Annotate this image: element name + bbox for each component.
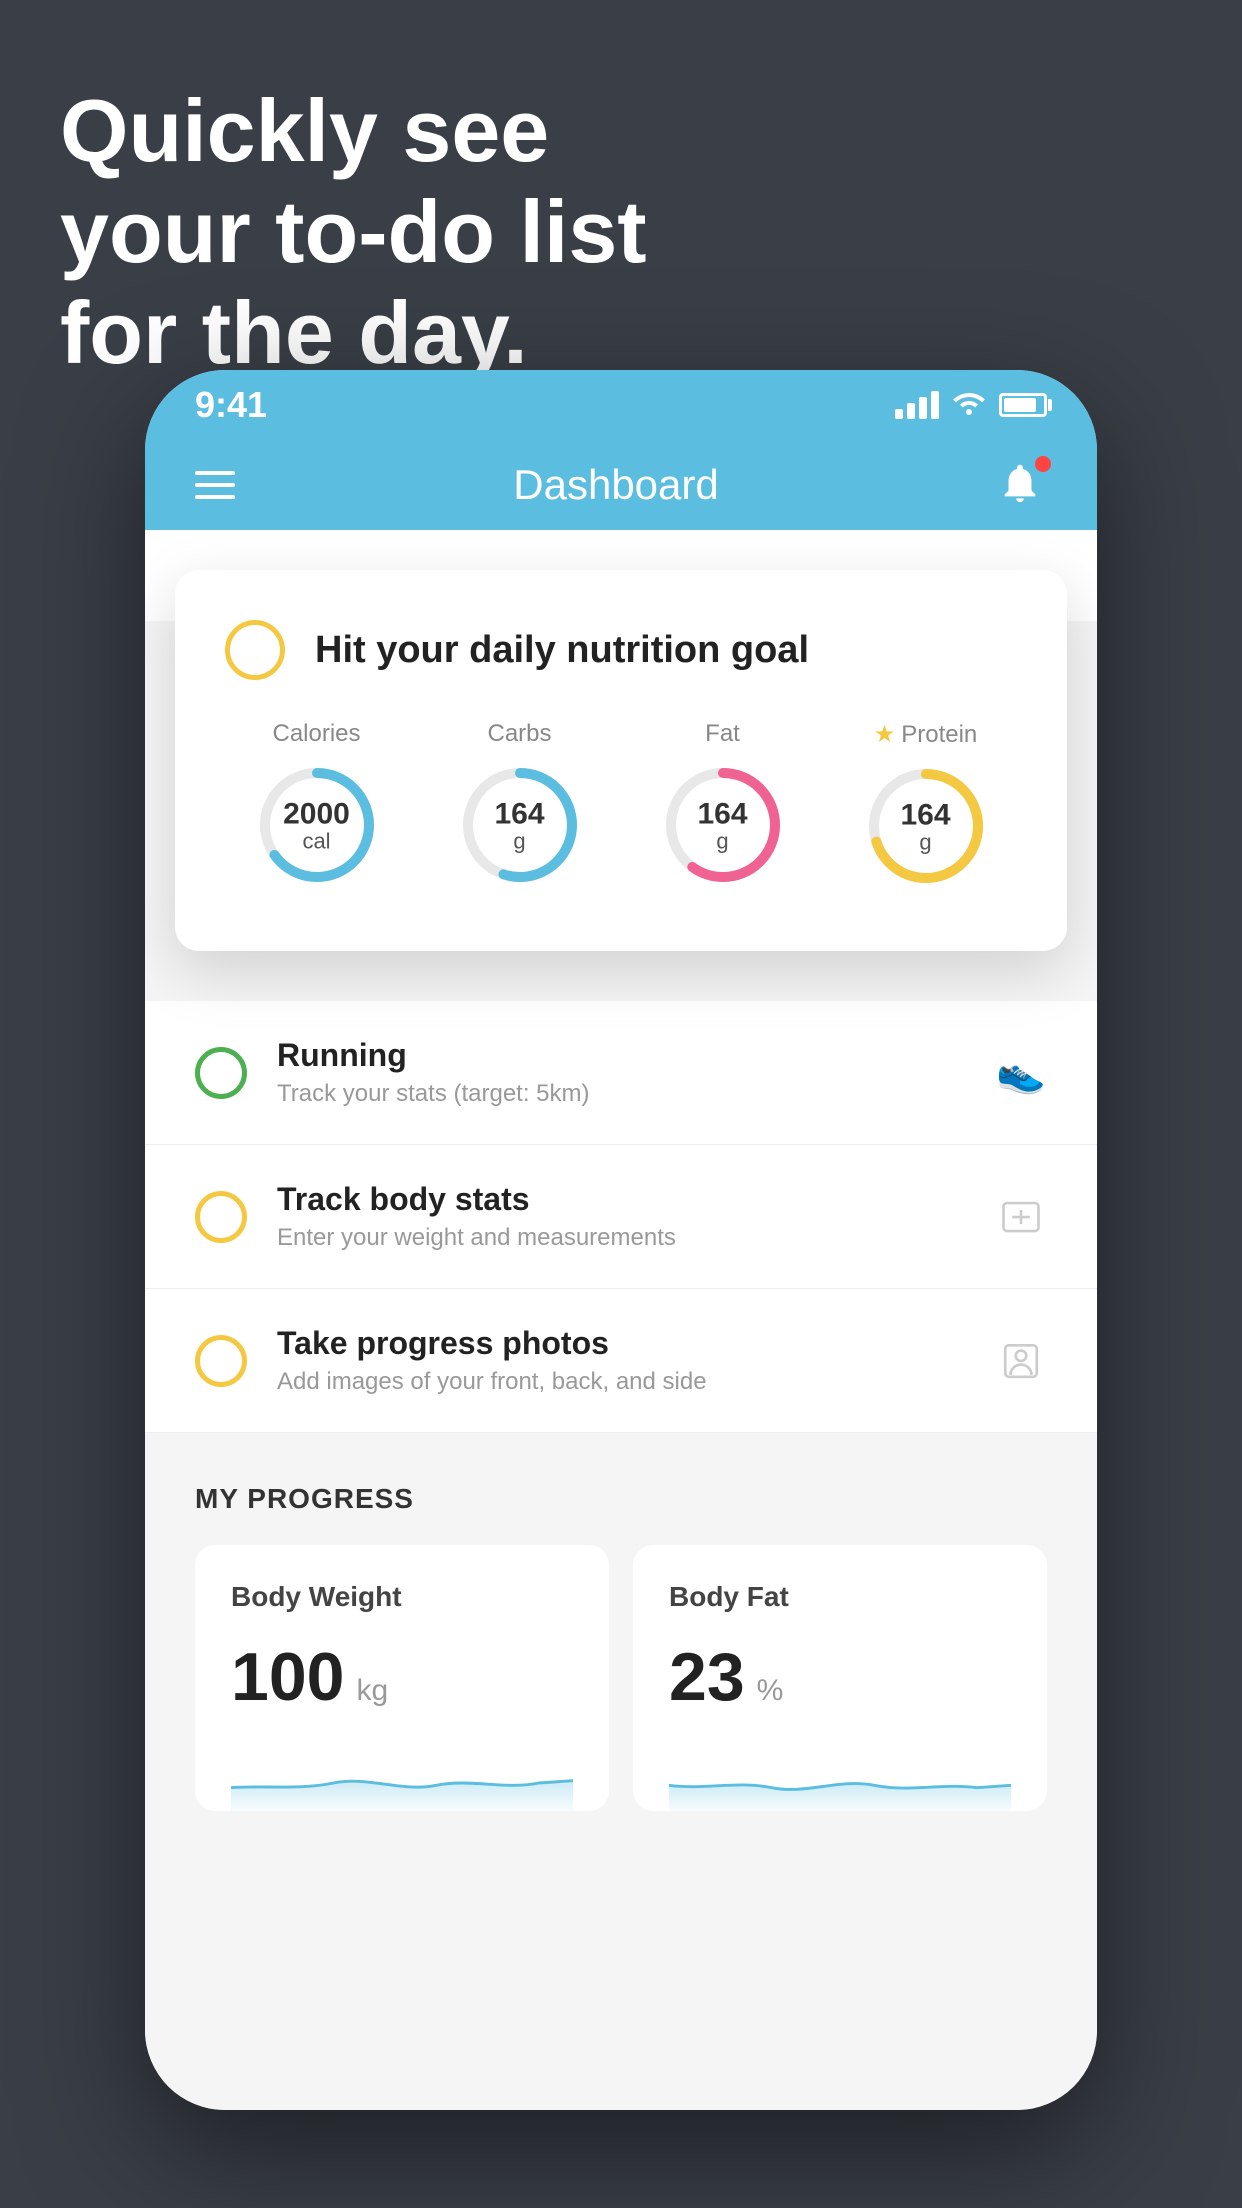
bodystats-title: Track body stats <box>277 1181 965 1218</box>
progress-cards: Body Weight 100 kg <box>195 1545 1047 1811</box>
notification-bell-icon[interactable] <box>997 460 1047 510</box>
body-weight-chart <box>231 1741 573 1811</box>
wifi-icon <box>953 389 985 422</box>
carbs-chart: 164 g <box>455 760 585 890</box>
body-fat-unit: % <box>757 1674 784 1708</box>
body-weight-value-row: 100 kg <box>231 1643 573 1711</box>
photos-subtitle: Add images of your front, back, and side <box>277 1368 965 1396</box>
calories-value: 2000 <box>283 798 350 831</box>
running-subtitle: Track your stats (target: 5km) <box>277 1080 965 1108</box>
battery-icon <box>999 393 1047 417</box>
protein-unit: g <box>900 832 950 854</box>
nutrition-carbs: Carbs 164 g <box>455 720 585 890</box>
nutrition-row: Calories 2000 cal Carbs <box>225 720 1017 891</box>
bodystats-text: Track body stats Enter your weight and m… <box>277 1181 965 1252</box>
shoe-icon: 👟 <box>996 1049 1046 1096</box>
bodystats-subtitle: Enter your weight and measurements <box>277 1224 965 1252</box>
protein-chart: 164 g <box>861 761 991 891</box>
photos-text: Take progress photos Add images of your … <box>277 1325 965 1396</box>
running-icon-container: 👟 <box>995 1047 1047 1099</box>
fat-value-container: 164 g <box>697 798 747 853</box>
card-header: Hit your daily nutrition goal <box>225 620 1017 680</box>
photos-checkbox[interactable] <box>195 1335 247 1387</box>
body-fat-chart <box>669 1741 1011 1811</box>
carbs-unit: g <box>494 831 544 853</box>
notification-dot <box>1035 456 1051 472</box>
body-fat-value: 23 <box>669 1643 745 1711</box>
progress-section: MY PROGRESS Body Weight 100 kg <box>145 1433 1097 1811</box>
fat-value: 164 <box>697 798 747 831</box>
calories-value-container: 2000 cal <box>283 798 350 853</box>
header-title: Dashboard <box>513 461 718 509</box>
carbs-label: Carbs <box>487 720 551 748</box>
carbs-value-container: 164 g <box>494 798 544 853</box>
fat-label: Fat <box>705 720 740 748</box>
app-body: THINGS TO DO TODAY Hit your daily nutrit… <box>145 530 1097 2110</box>
hamburger-menu[interactable] <box>195 471 235 499</box>
headline-line3: for the day. <box>60 282 647 383</box>
protein-value-container: 164 g <box>900 799 950 854</box>
status-time: 9:41 <box>195 384 267 426</box>
body-weight-unit: kg <box>356 1674 388 1708</box>
status-icons <box>895 389 1047 422</box>
headline-line1: Quickly see <box>60 80 647 181</box>
body-weight-title: Body Weight <box>231 1581 573 1613</box>
body-weight-value: 100 <box>231 1643 344 1711</box>
fat-unit: g <box>697 831 747 853</box>
nutrition-calories: Calories 2000 cal <box>252 720 382 890</box>
scale-icon <box>1000 1196 1042 1238</box>
photos-title: Take progress photos <box>277 1325 965 1362</box>
headline-line2: your to-do list <box>60 181 647 282</box>
progress-title: MY PROGRESS <box>195 1483 1047 1515</box>
person-icon-container <box>995 1335 1047 1387</box>
calories-chart: 2000 cal <box>252 760 382 890</box>
status-bar: 9:41 <box>145 370 1097 440</box>
list-item[interactable]: Track body stats Enter your weight and m… <box>145 1145 1097 1289</box>
signal-icon <box>895 391 939 419</box>
protein-value: 164 <box>900 799 950 832</box>
nutrition-card: Hit your daily nutrition goal Calories 2… <box>175 570 1067 951</box>
protein-label: ★ Protein <box>874 720 978 749</box>
card-title: Hit your daily nutrition goal <box>315 629 809 672</box>
body-fat-card[interactable]: Body Fat 23 % <box>633 1545 1047 1811</box>
bodystats-checkbox[interactable] <box>195 1191 247 1243</box>
running-text: Running Track your stats (target: 5km) <box>277 1037 965 1108</box>
body-fat-title: Body Fat <box>669 1581 1011 1613</box>
task-checkbox[interactable] <box>225 620 285 680</box>
todo-list: Running Track your stats (target: 5km) 👟… <box>145 1001 1097 1433</box>
carbs-value: 164 <box>494 798 544 831</box>
app-header: Dashboard <box>145 440 1097 530</box>
body-fat-value-row: 23 % <box>669 1643 1011 1711</box>
list-item[interactable]: Take progress photos Add images of your … <box>145 1289 1097 1433</box>
phone-mockup: 9:41 Dashboard <box>145 370 1097 2110</box>
running-checkbox[interactable] <box>195 1047 247 1099</box>
nutrition-fat: Fat 164 g <box>658 720 788 890</box>
fat-chart: 164 g <box>658 760 788 890</box>
list-item[interactable]: Running Track your stats (target: 5km) 👟 <box>145 1001 1097 1145</box>
nutrition-protein: ★ Protein 164 g <box>861 720 991 891</box>
body-weight-card[interactable]: Body Weight 100 kg <box>195 1545 609 1811</box>
headline: Quickly see your to-do list for the day. <box>60 80 647 384</box>
person-icon <box>1000 1340 1042 1382</box>
scale-icon-container <box>995 1191 1047 1243</box>
calories-label: Calories <box>272 720 360 748</box>
running-title: Running <box>277 1037 965 1074</box>
calories-unit: cal <box>283 831 350 853</box>
star-icon: ★ <box>874 720 896 749</box>
